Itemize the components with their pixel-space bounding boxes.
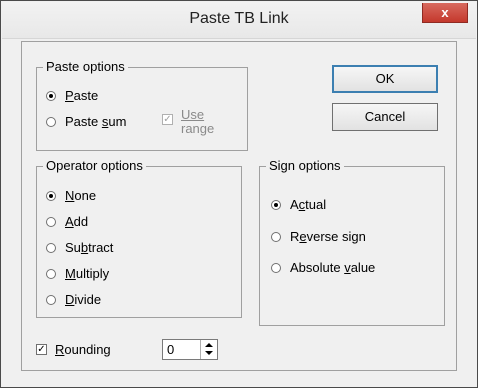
sign-absolute-indicator: [271, 262, 281, 273]
paste-radio-indicator: [46, 90, 56, 101]
use-range-label: Use range: [181, 107, 215, 136]
paste-sum-radio[interactable]: Paste sum: [46, 114, 126, 129]
dialog-client-area: Paste options Paste Paste sum ✓ Use rang…: [21, 41, 457, 371]
operator-none-label: None: [65, 188, 97, 203]
paste-options-legend: Paste options: [43, 59, 128, 74]
operator-none-indicator: [46, 190, 56, 201]
sign-actual-indicator: [271, 199, 281, 210]
rounding-spinner[interactable]: 0: [162, 339, 218, 360]
title-bar[interactable]: Paste TB Link x: [2, 2, 476, 39]
spin-up-icon[interactable]: [205, 343, 213, 347]
sign-reverse-radio[interactable]: Reverse sign: [271, 229, 366, 244]
paste-sum-radio-label: Paste sum: [65, 114, 127, 129]
operator-subtract-radio[interactable]: Subtract: [46, 240, 113, 255]
sign-absolute-label: Absolute value: [290, 260, 376, 275]
operator-divide-radio[interactable]: Divide: [46, 292, 101, 307]
operator-multiply-label: Multiply: [65, 266, 110, 281]
operator-multiply-radio[interactable]: Multiply: [46, 266, 109, 281]
paste-radio-label: Paste: [65, 88, 99, 103]
operator-options-legend: Operator options: [43, 158, 146, 173]
spin-down-icon[interactable]: [205, 351, 213, 355]
sign-options-group: Sign options Actual Reverse sign Absolut…: [259, 158, 445, 326]
paste-radio[interactable]: Paste: [46, 88, 98, 103]
spinner-arrows: [200, 340, 217, 359]
operator-divide-label: Divide: [65, 292, 102, 307]
sign-reverse-indicator: [271, 231, 281, 242]
operator-add-indicator: [46, 216, 56, 227]
sign-actual-label: Actual: [290, 197, 327, 212]
use-range-check-indicator: ✓: [162, 114, 173, 125]
rounding-check-indicator: ✓: [36, 344, 47, 355]
close-button[interactable]: x: [422, 3, 468, 23]
cancel-button[interactable]: Cancel: [332, 103, 438, 131]
operator-none-radio[interactable]: None: [46, 188, 96, 203]
operator-add-radio[interactable]: Add: [46, 214, 88, 229]
sign-absolute-radio[interactable]: Absolute value: [271, 260, 375, 275]
window-title: Paste TB Link: [189, 10, 289, 27]
sign-reverse-label: Reverse sign: [290, 229, 366, 244]
sign-actual-radio[interactable]: Actual: [271, 197, 326, 212]
rounding-checkbox[interactable]: ✓ Rounding: [36, 342, 111, 357]
paste-sum-radio-indicator: [46, 116, 56, 127]
operator-options-group: Operator options None Add Subtract Multi…: [36, 158, 242, 318]
ok-button[interactable]: OK: [332, 65, 438, 93]
operator-add-label: Add: [65, 214, 89, 229]
sign-options-legend: Sign options: [266, 158, 344, 173]
paste-options-group: Paste options Paste Paste sum ✓ Use rang…: [36, 59, 248, 151]
dialog-window: Paste TB Link x Paste options Paste Past…: [0, 0, 478, 388]
rounding-value[interactable]: 0: [167, 342, 174, 357]
rounding-label: Rounding: [55, 342, 111, 357]
use-range-checkbox[interactable]: ✓ Use range: [162, 108, 214, 136]
operator-subtract-indicator: [46, 242, 56, 253]
operator-subtract-label: Subtract: [65, 240, 114, 255]
operator-divide-indicator: [46, 294, 56, 305]
operator-multiply-indicator: [46, 268, 56, 279]
